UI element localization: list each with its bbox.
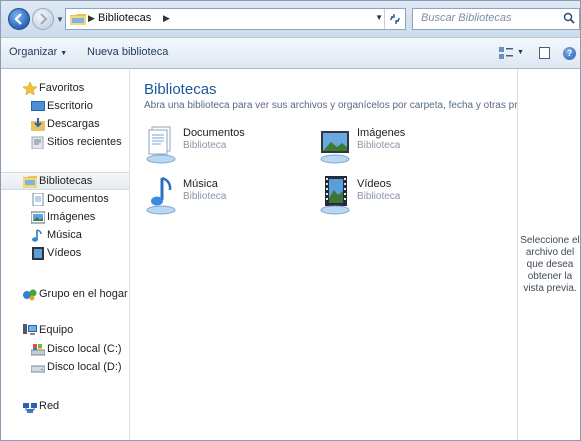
videos-icon xyxy=(32,247,44,260)
nav-item-label: Documentos xyxy=(47,193,109,205)
preview-pane-toggle-icon[interactable] xyxy=(539,47,550,59)
library-type: Biblioteca xyxy=(183,140,227,151)
refresh-button[interactable] xyxy=(384,9,405,29)
explorer-window: ▼ ▶ Bibliotecas ▶ ▼ Buscar Bibliotecas O… xyxy=(0,0,581,441)
organize-label: Organizar xyxy=(9,46,58,58)
recent-places-icon xyxy=(31,136,44,149)
nav-item-label: Disco local (C:) xyxy=(47,343,122,355)
library-tile-videos[interactable]: Vídeos Biblioteca xyxy=(320,174,490,218)
nav-homegroup[interactable]: Grupo en el hogar xyxy=(1,286,129,304)
computer-icon xyxy=(23,324,37,335)
nav-item-sitios-recientes[interactable]: Sitios recientes xyxy=(1,134,129,152)
nav-item-documentos[interactable]: Documentos xyxy=(1,191,129,209)
libraries-icon xyxy=(23,176,37,188)
page-title: Bibliotecas xyxy=(144,81,217,98)
library-tile-documentos[interactable]: Documentos Biblioteca xyxy=(146,123,316,167)
drive-icon xyxy=(31,365,45,373)
new-library-button[interactable]: Nueva biblioteca xyxy=(87,46,168,58)
change-view-icon[interactable] xyxy=(499,47,513,59)
nav-item-label: Vídeos xyxy=(47,247,82,259)
downloads-icon xyxy=(31,118,45,131)
library-type: Biblioteca xyxy=(183,191,227,202)
nav-item-escritorio[interactable]: Escritorio xyxy=(1,98,129,116)
library-name: Documentos xyxy=(183,127,245,139)
nav-item-videos[interactable]: Vídeos xyxy=(1,245,129,263)
videos-library-icon xyxy=(320,176,350,215)
nav-item-disco-c[interactable]: Disco local (C:) xyxy=(1,341,129,359)
nav-favorites-label: Favoritos xyxy=(39,82,85,94)
music-library-icon xyxy=(146,176,176,215)
search-placeholder: Buscar Bibliotecas xyxy=(421,12,512,24)
navigation-pane: Favoritos Escritorio Descargas Sitios re… xyxy=(1,69,130,440)
nav-network[interactable]: Red xyxy=(1,398,129,416)
nav-item-disco-d[interactable]: Disco local (D:) xyxy=(1,359,129,377)
page-subtitle: Abra una biblioteca para ver sus archivo… xyxy=(144,100,567,111)
nav-item-musica[interactable]: Música xyxy=(1,227,129,245)
forward-button[interactable] xyxy=(32,8,54,30)
forward-arrow-icon xyxy=(40,13,48,25)
search-icon[interactable] xyxy=(563,12,576,25)
back-button[interactable] xyxy=(8,8,30,30)
command-bar: Organizar ▼ Nueva biblioteca ▼ ? xyxy=(1,37,580,69)
search-box[interactable]: Buscar Bibliotecas xyxy=(412,8,580,30)
refresh-icon xyxy=(390,14,400,24)
preview-pane: Seleccione el archivo del que desea obte… xyxy=(517,69,580,440)
favorites-star-icon xyxy=(23,82,37,95)
desktop-icon xyxy=(31,101,45,111)
address-row: ▼ ▶ Bibliotecas ▶ ▼ Buscar Bibliotecas xyxy=(1,1,580,37)
libraries-content-pane: Bibliotecas Abra una biblioteca para ver… xyxy=(130,69,566,440)
recent-pages-dropdown-icon[interactable]: ▼ xyxy=(56,15,64,24)
organize-menu-button[interactable]: Organizar ▼ xyxy=(9,46,67,58)
library-name: Vídeos xyxy=(357,178,392,190)
nav-libraries-label: Bibliotecas xyxy=(39,175,93,187)
back-arrow-icon xyxy=(14,13,22,25)
breadcrumb-chevron-icon[interactable]: ▶ xyxy=(163,13,170,24)
nav-computer[interactable]: Equipo xyxy=(1,322,129,340)
views-dropdown-icon[interactable]: ▼ xyxy=(517,49,524,56)
documents-library-icon xyxy=(146,126,176,164)
pictures-library-icon xyxy=(320,131,350,164)
breadcrumb-separator-icon[interactable]: ▶ xyxy=(88,13,95,24)
libraries-folder-icon xyxy=(70,14,86,25)
system-drive-icon xyxy=(31,344,45,356)
library-type: Biblioteca xyxy=(357,191,401,202)
homegroup-icon xyxy=(23,289,37,301)
address-dropdown-icon[interactable]: ▼ xyxy=(375,13,383,22)
library-type: Biblioteca xyxy=(357,140,401,151)
organize-dropdown-icon: ▼ xyxy=(60,50,68,57)
nav-item-label: Escritorio xyxy=(47,100,93,112)
help-icon[interactable]: ? xyxy=(563,47,576,60)
documents-icon xyxy=(32,193,44,206)
address-bar[interactable]: ▶ Bibliotecas ▶ ▼ xyxy=(65,8,406,30)
nav-homegroup-label: Grupo en el hogar xyxy=(39,288,128,300)
nav-item-label: Música xyxy=(47,229,82,241)
nav-item-imagenes[interactable]: Imágenes xyxy=(1,209,129,227)
nav-item-label: Descargas xyxy=(47,118,100,130)
library-name: Imágenes xyxy=(357,127,406,139)
music-icon xyxy=(32,229,42,242)
nav-network-label: Red xyxy=(39,400,60,412)
network-icon xyxy=(23,403,37,413)
library-tile-musica[interactable]: Música Biblioteca xyxy=(146,174,316,218)
preview-message: Seleccione el archivo del que desea obte… xyxy=(520,235,580,294)
breadcrumb-bibliotecas[interactable]: Bibliotecas xyxy=(98,12,151,24)
nav-favorites[interactable]: Favoritos xyxy=(1,80,129,98)
nav-item-descargas[interactable]: Descargas xyxy=(1,116,129,134)
pictures-icon xyxy=(31,211,45,224)
nav-item-label: Disco local (D:) xyxy=(47,361,122,373)
library-tile-imagenes[interactable]: Imágenes Biblioteca xyxy=(320,123,490,167)
nav-libraries[interactable]: Bibliotecas xyxy=(1,172,129,190)
nav-item-label: Sitios recientes xyxy=(47,136,122,148)
nav-computer-label: Equipo xyxy=(39,324,74,336)
nav-item-label: Imágenes xyxy=(47,211,96,223)
library-name: Música xyxy=(183,178,218,190)
